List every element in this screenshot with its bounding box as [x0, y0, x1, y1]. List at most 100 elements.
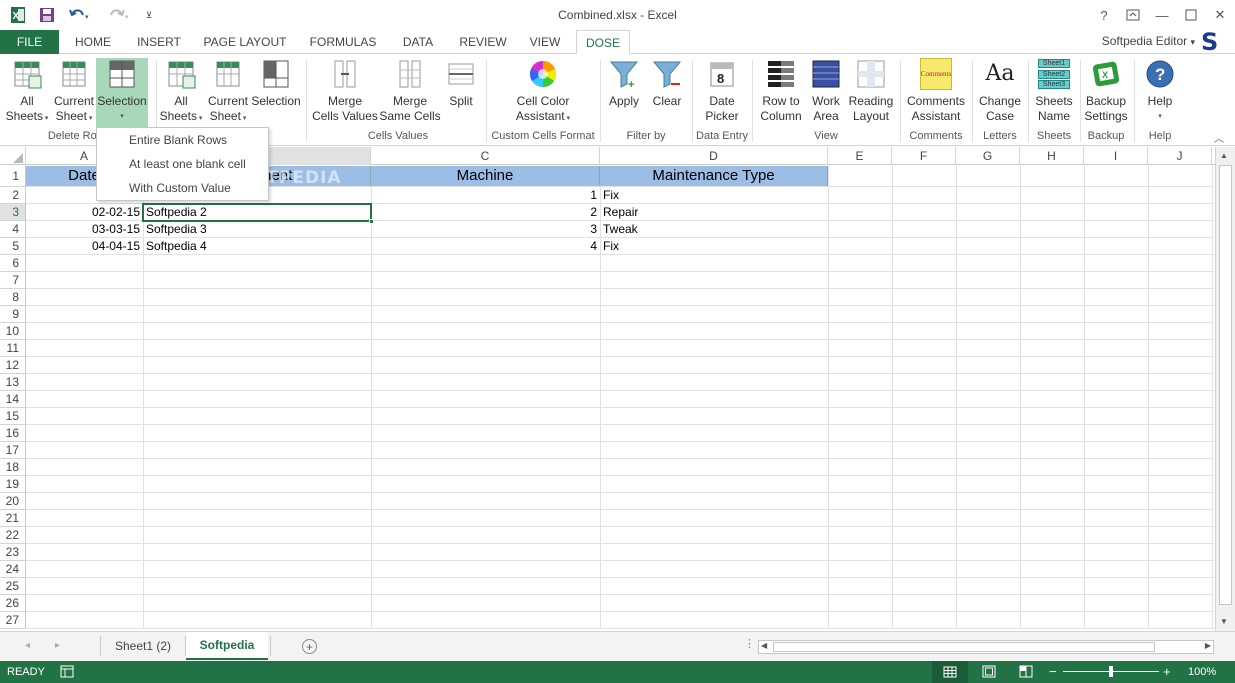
column-header-e[interactable]: E	[828, 147, 892, 165]
scroll-down-icon[interactable]: ▼	[1220, 617, 1228, 626]
delete-rows-selection-button[interactable]: Selection ▾	[96, 58, 148, 128]
row-header[interactable]: 11	[0, 340, 26, 357]
row-header[interactable]: 9	[0, 306, 26, 323]
vertical-scrollbar[interactable]: ▲ ▼	[1215, 147, 1235, 631]
tab-insert[interactable]: INSERT	[130, 30, 188, 54]
zoom-in-icon[interactable]: +	[1163, 664, 1171, 679]
tab-data[interactable]: DATA	[392, 30, 444, 54]
tab-formulas[interactable]: FORMULAS	[302, 30, 384, 54]
tab-split-handle-icon[interactable]: ⋮	[744, 637, 755, 650]
active-cell-selection[interactable]	[142, 203, 374, 224]
ribbon-display-options-icon[interactable]	[1122, 5, 1144, 25]
column-header-d[interactable]: D	[600, 147, 828, 165]
cell-color-assistant-button[interactable]: Cell Color Assistant ▾	[496, 58, 590, 128]
row-header[interactable]: 20	[0, 493, 26, 510]
cell-c2[interactable]: 1	[371, 187, 600, 204]
cell-d4[interactable]: Tweak	[600, 221, 828, 238]
row-header[interactable]: 16	[0, 425, 26, 442]
normal-view-icon[interactable]	[932, 661, 968, 683]
row-header[interactable]: 15	[0, 408, 26, 425]
row-header[interactable]: 24	[0, 561, 26, 578]
split-button[interactable]: Split	[442, 58, 480, 128]
cell-a3[interactable]: 02-02-15	[26, 204, 143, 221]
row-to-column-button[interactable]: Row to Column	[756, 58, 806, 128]
zoom-slider-thumb[interactable]	[1109, 666, 1113, 677]
menu-item-at-least-one-blank-cell[interactable]: At least one blank cell	[129, 157, 246, 171]
add-sheet-icon[interactable]: +	[302, 639, 317, 654]
merge-cells-values-button[interactable]: Merge Cells Values	[312, 58, 378, 128]
scroll-up-icon[interactable]: ▲	[1220, 151, 1228, 160]
menu-item-entire-blank-rows[interactable]: Entire Blank Rows	[129, 133, 227, 147]
row-header[interactable]: 13	[0, 374, 26, 391]
all-sheets-button[interactable]: All Sheets ▾	[158, 58, 204, 128]
column-header-f[interactable]: F	[892, 147, 956, 165]
horizontal-scrollbar[interactable]: ◀ ▶	[758, 640, 1214, 654]
sheets-name-button[interactable]: Sheet1 Sheet2 Sheet3 Sheets Name	[1032, 58, 1076, 128]
row-header[interactable]: 4	[0, 221, 26, 238]
vertical-scroll-thumb[interactable]	[1219, 165, 1232, 605]
zoom-level[interactable]: 100%	[1188, 666, 1216, 678]
scroll-right-icon[interactable]: ▶	[1205, 641, 1211, 650]
row-header[interactable]: 18	[0, 459, 26, 476]
filter-apply-button[interactable]: + Apply	[604, 58, 644, 128]
backup-settings-button[interactable]: X Backup Settings	[1082, 58, 1130, 128]
current-sheet-button[interactable]: Current Sheet ▾	[204, 58, 252, 128]
comments-assistant-button[interactable]: Comments Comments Assistant	[904, 58, 968, 128]
select-all-corner[interactable]	[0, 147, 26, 165]
cell-d1[interactable]: Maintenance Type	[600, 166, 828, 186]
cell-b4[interactable]: Softpedia 3	[143, 221, 371, 238]
page-layout-view-icon[interactable]	[982, 665, 996, 681]
horizontal-scroll-thumb[interactable]	[773, 642, 1155, 652]
column-header-i[interactable]: I	[1084, 147, 1148, 165]
tab-file[interactable]: FILE	[0, 30, 59, 54]
tab-page-layout[interactable]: PAGE LAYOUT	[196, 30, 294, 54]
row-header[interactable]: 1	[0, 166, 26, 187]
tab-dose[interactable]: DOSE	[576, 30, 630, 55]
row-header[interactable]: 3	[0, 204, 26, 221]
help-icon[interactable]: ?	[1093, 5, 1115, 25]
sheet-tab-sheet1-2[interactable]: Sheet1 (2)	[104, 632, 182, 660]
column-header-c[interactable]: C	[371, 147, 600, 165]
tab-home[interactable]: HOME	[64, 30, 122, 54]
row-header[interactable]: 6	[0, 255, 26, 272]
scroll-left-icon[interactable]: ◀	[761, 641, 767, 650]
row-header[interactable]: 17	[0, 442, 26, 459]
row-header[interactable]: 27	[0, 612, 26, 629]
row-header[interactable]: 26	[0, 595, 26, 612]
row-header[interactable]: 2	[0, 187, 26, 204]
help-button[interactable]: ? Help ▾	[1138, 58, 1182, 128]
cell-c1[interactable]: Machine	[371, 166, 600, 186]
filter-clear-button[interactable]: Clear	[646, 58, 688, 128]
merge-same-cells-button[interactable]: Merge Same Cells	[378, 58, 442, 128]
cell-b5[interactable]: Softpedia 4	[143, 238, 371, 255]
change-case-button[interactable]: Aa Change Case	[976, 58, 1024, 128]
row-header[interactable]: 5	[0, 238, 26, 255]
row-header[interactable]: 12	[0, 357, 26, 374]
row-header[interactable]: 10	[0, 323, 26, 340]
cell-a4[interactable]: 03-03-15	[26, 221, 143, 238]
next-sheet-icon[interactable]: ▸	[55, 640, 60, 651]
column-header-g[interactable]: G	[956, 147, 1020, 165]
date-picker-button[interactable]: 8 Date Picker	[698, 58, 746, 128]
macro-record-icon[interactable]	[60, 665, 74, 681]
row-header[interactable]: 7	[0, 272, 26, 289]
collapse-ribbon-icon[interactable]: ︿	[1214, 130, 1224, 145]
selection-button[interactable]: Selection	[250, 58, 302, 128]
cell-d2[interactable]: Fix	[600, 187, 828, 204]
column-header-h[interactable]: H	[1020, 147, 1084, 165]
minimize-icon[interactable]: —	[1151, 5, 1173, 25]
cell-c3[interactable]: 2	[371, 204, 600, 221]
cell-c4[interactable]: 3	[371, 221, 600, 238]
user-account[interactable]: Softpedia Editor ▾	[1102, 34, 1195, 48]
cell-c5[interactable]: 4	[371, 238, 600, 255]
menu-item-with-custom-value[interactable]: With Custom Value	[129, 181, 231, 195]
delete-rows-current-sheet-button[interactable]: Current Sheet ▾	[50, 58, 98, 128]
maximize-icon[interactable]	[1180, 5, 1202, 25]
zoom-out-icon[interactable]: −	[1049, 664, 1057, 679]
tab-review[interactable]: REVIEW	[452, 30, 514, 54]
cell-d5[interactable]: Fix	[600, 238, 828, 255]
row-header[interactable]: 8	[0, 289, 26, 306]
reading-layout-button[interactable]: Reading Layout	[846, 58, 896, 128]
row-header[interactable]: 19	[0, 476, 26, 493]
delete-rows-all-sheets-button[interactable]: All Sheets ▾	[4, 58, 50, 128]
